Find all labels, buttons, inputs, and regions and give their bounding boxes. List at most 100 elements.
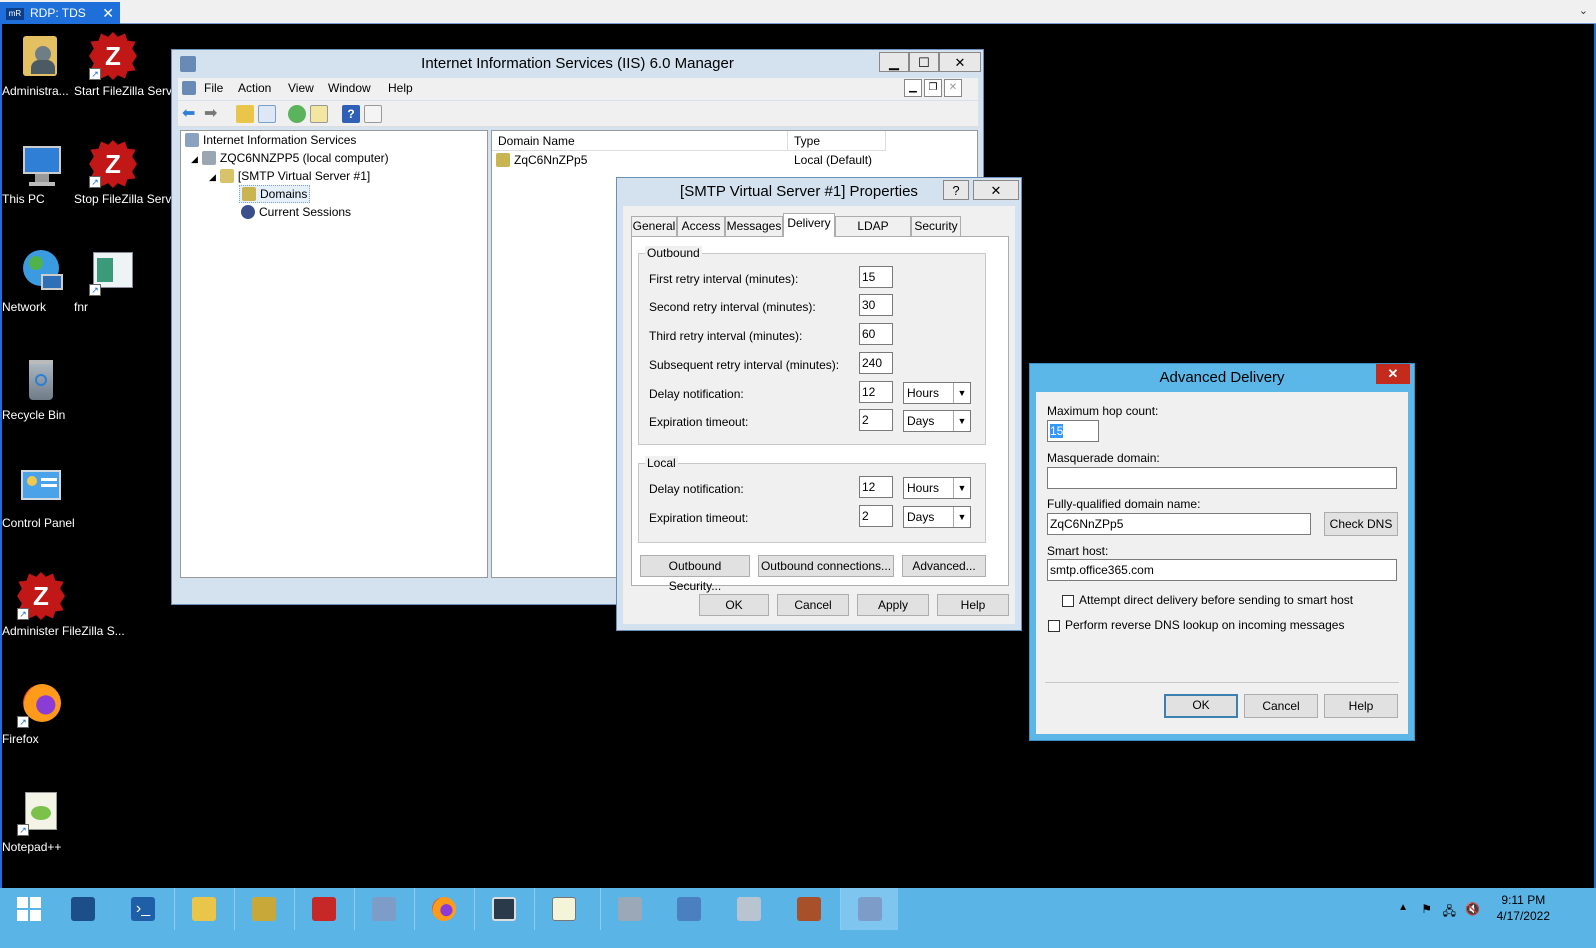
taskbar-configuration[interactable] — [600, 888, 658, 930]
taskbar-file-explorer[interactable] — [174, 888, 232, 930]
outbound-delay-input[interactable]: 12 — [859, 381, 893, 403]
system-clock[interactable]: 9:11 PM 4/17/2022 — [1497, 892, 1550, 924]
volume-muted-icon[interactable]: 🔇 — [1465, 902, 1480, 916]
back-arrow-icon[interactable]: ⬅ — [182, 105, 200, 123]
tab-messages[interactable]: Messages — [725, 216, 783, 236]
context-help-button[interactable]: ? — [943, 180, 969, 200]
check-dns-button[interactable]: Check DNS — [1324, 512, 1398, 536]
child-restore-button[interactable]: ❐ — [924, 79, 942, 97]
taskbar-remote-desktop[interactable] — [474, 888, 532, 930]
menu-view[interactable]: View — [288, 81, 314, 95]
dropdown-arrow-icon[interactable]: ▼ — [953, 383, 970, 403]
iis-titlebar[interactable]: Internet Information Services (IIS) 6.0 … — [172, 50, 983, 78]
desktop-icon-control-panel[interactable]: Control Panel — [2, 464, 80, 530]
menu-window[interactable]: Window — [328, 81, 371, 95]
advanced-help-button[interactable]: Help — [1324, 694, 1398, 718]
local-delay-input[interactable]: 12 — [859, 476, 893, 498]
tree-node-smtp-server[interactable]: ◢ [SMTP Virtual Server #1] — [209, 169, 370, 183]
desktop-icon-network[interactable]: Network — [2, 248, 80, 314]
reverse-dns-checkbox[interactable] — [1048, 620, 1060, 632]
outbound-security-button[interactable]: Outbound Security... — [640, 555, 750, 593]
taskbar-server-manager[interactable] — [54, 888, 112, 930]
tray-expand-icon[interactable]: ▲ — [1398, 902, 1408, 913]
dropdown-arrow-icon[interactable]: ▼ — [953, 478, 970, 498]
tab-delivery[interactable]: Delivery — [783, 213, 835, 237]
taskbar-notepad[interactable] — [534, 888, 592, 930]
outbound-connections-button[interactable]: Outbound connections... — [758, 555, 894, 577]
smart-host-input[interactable]: smtp.office365.com — [1047, 559, 1397, 581]
taskbar-network-computer[interactable] — [660, 888, 718, 930]
show-hide-tree-icon[interactable] — [258, 105, 276, 123]
advanced-ok-button[interactable]: OK — [1164, 694, 1238, 718]
column-header-domain-name[interactable]: Domain Name — [492, 131, 788, 151]
dropdown-arrow-icon[interactable]: ▼ — [953, 411, 970, 431]
network-tray-icon[interactable]: 🖧 — [1443, 902, 1456, 923]
desktop-icon-start-filezilla[interactable]: Z ↗ Start FileZilla Server — [74, 32, 183, 98]
taskbar-firewall[interactable] — [780, 888, 838, 930]
child-minimize-button[interactable]: ▁ — [904, 79, 922, 97]
desktop-icon-administrator[interactable]: Administra... — [2, 32, 80, 98]
rdp-close-icon[interactable]: ✕ — [102, 2, 114, 24]
tree-node-current-sessions[interactable]: Current Sessions — [241, 205, 351, 219]
local-expiration-unit-select[interactable]: Days ▼ — [903, 506, 971, 528]
column-header-type[interactable]: Type — [788, 131, 886, 151]
attempt-direct-checkbox[interactable] — [1062, 595, 1074, 607]
export-list-icon[interactable] — [310, 105, 328, 123]
desktop-icon-administer-filezilla[interactable]: Z ↗ Administer FileZilla S... — [2, 572, 125, 638]
start-button[interactable] — [0, 888, 58, 930]
taskbar-toolbox[interactable] — [294, 888, 352, 930]
menu-help[interactable]: Help — [388, 81, 413, 95]
dropdown-arrow-icon[interactable]: ▼ — [953, 507, 970, 527]
tab-security[interactable]: Security — [911, 216, 961, 236]
tab-general[interactable]: General — [631, 216, 677, 236]
menu-file[interactable]: File — [204, 81, 223, 95]
tree-node-computer[interactable]: ◢ ZQC6NNZPP5 (local computer) — [191, 151, 389, 165]
desktop-icon-stop-filezilla[interactable]: Z ↗ Stop FileZilla Server — [74, 140, 182, 206]
desktop-icon-firefox[interactable]: ↗ Firefox — [2, 680, 80, 746]
up-folder-icon[interactable] — [236, 105, 254, 123]
smtp-close-button[interactable]: ✕ — [973, 180, 1019, 200]
collapse-arrow-icon[interactable]: ◢ — [209, 172, 216, 182]
minimize-button[interactable]: ▁ — [879, 52, 909, 72]
subsequent-retry-input[interactable]: 240 — [859, 352, 893, 374]
desktop-icon-notepad-plus-plus[interactable]: ↗ Notepad++ — [2, 788, 80, 854]
smtp-cancel-button[interactable]: Cancel — [777, 594, 849, 616]
list-row-domain[interactable]: ZqC6NnZPp5 — [496, 153, 587, 167]
masquerade-input[interactable] — [1047, 467, 1397, 489]
desktop-icon-recycle-bin[interactable]: Recycle Bin — [2, 356, 80, 422]
taskbar-iis-manager[interactable] — [354, 888, 412, 930]
desktop-icon-fnr[interactable]: ↗ fnr — [74, 248, 152, 314]
action-center-flag-icon[interactable]: ⚑ — [1421, 902, 1432, 916]
taskbar-iis6-manager[interactable] — [840, 888, 898, 930]
taskbar-firefox[interactable] — [414, 888, 472, 930]
forward-arrow-icon[interactable]: ➡ — [204, 105, 222, 123]
desktop-icon-this-pc[interactable]: This PC — [2, 140, 80, 206]
taskbar-powershell[interactable]: ›_ — [114, 888, 172, 930]
smtp-help-button[interactable]: Help — [937, 594, 1009, 616]
smtp-apply-button[interactable]: Apply — [857, 594, 929, 616]
help-icon[interactable]: ? — [342, 105, 360, 123]
advanced-cancel-button[interactable]: Cancel — [1244, 694, 1318, 718]
outbound-delay-unit-select[interactable]: Hours ▼ — [903, 382, 971, 404]
local-delay-unit-select[interactable]: Hours ▼ — [903, 477, 971, 499]
advanced-button[interactable]: Advanced... — [902, 555, 986, 577]
taskbar-tools[interactable] — [234, 888, 292, 930]
rdp-tab[interactable]: mR RDP: TDS ✕ — [0, 2, 120, 24]
outbound-expiration-input[interactable]: 2 — [859, 409, 893, 431]
tree-node-domains[interactable]: Domains — [239, 185, 311, 203]
advanced-delivery-titlebar[interactable]: Advanced Delivery ✕ — [1030, 364, 1414, 392]
tree-node-iis-root[interactable]: Internet Information Services — [185, 133, 356, 147]
third-retry-input[interactable]: 60 — [859, 323, 893, 345]
tab-access[interactable]: Access — [677, 216, 725, 236]
taskbar-services[interactable] — [720, 888, 778, 930]
close-button[interactable]: ✕ — [939, 52, 981, 72]
refresh-icon[interactable] — [288, 105, 306, 123]
smtp-ok-button[interactable]: OK — [699, 594, 769, 616]
fqdn-input[interactable]: ZqC6NnZPp5 — [1047, 513, 1311, 535]
menu-action[interactable]: Action — [238, 81, 271, 95]
tab-ldap-routing[interactable]: LDAP Routing — [835, 216, 911, 251]
max-hop-input[interactable]: 15 — [1047, 420, 1099, 442]
smtp-properties-titlebar[interactable]: [SMTP Virtual Server #1] Properties ? ✕ — [617, 178, 1021, 206]
first-retry-input[interactable]: 15 — [859, 266, 893, 288]
outbound-expiration-unit-select[interactable]: Days ▼ — [903, 410, 971, 432]
